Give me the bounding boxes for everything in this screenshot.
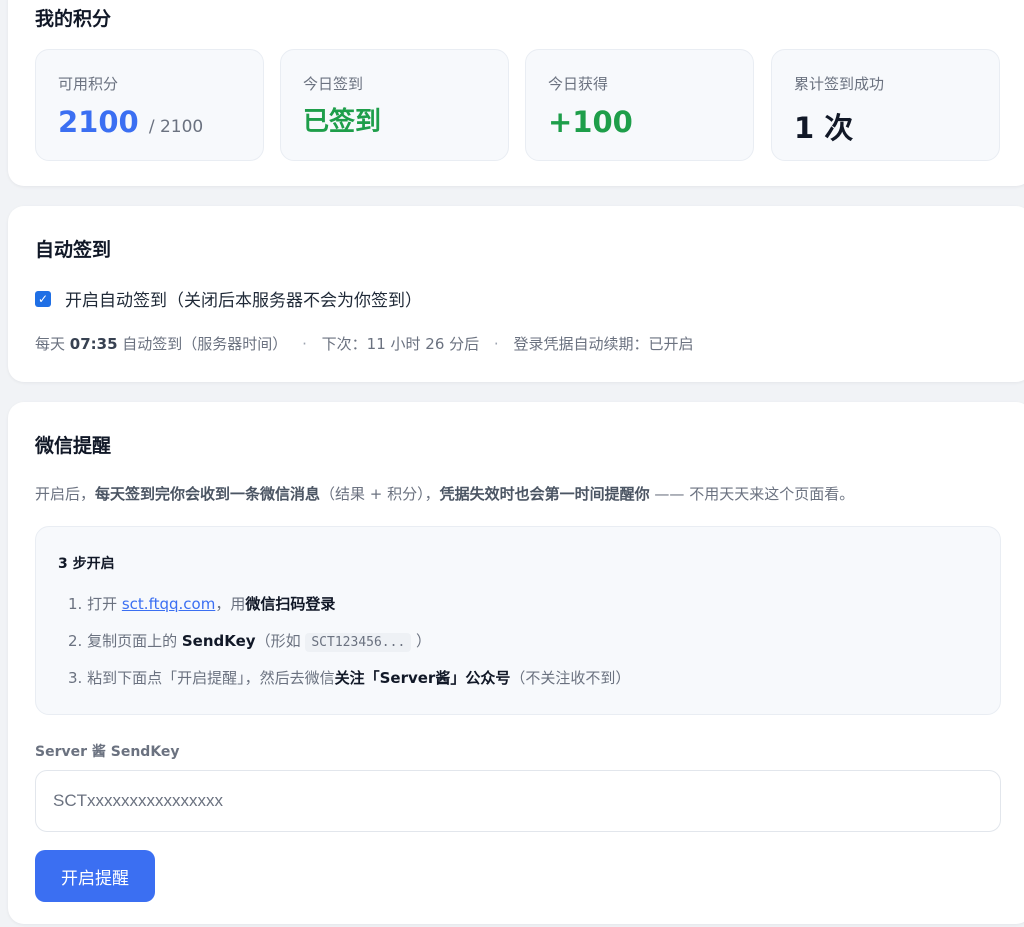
step-bold: 关注「Server酱」公众号 <box>334 669 511 687</box>
step-2: 2. 复制页面上的 SendKey（形如 SCT123456... ） <box>68 630 432 652</box>
meta-suffix: 自动签到（服务器时间） <box>117 335 288 353</box>
step-text: 3. 粘到下面点「开启提醒」，然后去微信 <box>68 669 335 687</box>
sendkey-input[interactable] <box>35 770 1001 832</box>
desc-text: （结果 + 积分）， <box>320 485 440 503</box>
points-card: 我的积分 可用积分 2100 / 2100 今日签到 已签到 今日获得 +100… <box>8 0 1024 186</box>
step-text: ，用 <box>215 595 246 613</box>
step-bold: SendKey <box>181 632 256 650</box>
step-text: 2. 复制页面上的 <box>68 632 182 650</box>
meta-prefix: 每天 <box>35 335 70 353</box>
step-text: （形如 <box>255 632 306 650</box>
available-points-value: 2100 <box>58 105 139 139</box>
total-success-value: 1 次 <box>794 111 854 145</box>
stat-label: 可用积分 <box>58 75 119 93</box>
auto-checkin-toggle[interactable]: ✓ 开启自动签到（关闭后本服务器不会为你签到） <box>35 286 422 311</box>
desc-text: 开启后， <box>35 485 96 503</box>
step-bold: 微信扫码登录 <box>245 595 336 613</box>
available-points-total: / 2100 <box>148 117 204 137</box>
stat-today-checkin: 今日签到 已签到 <box>280 49 509 161</box>
stat-total-success: 累计签到成功 1 次 <box>771 49 1000 161</box>
renew-status-text: 登录凭据自动续期：已开启 <box>513 335 694 353</box>
sendkey-field-label: Server 酱 SendKey <box>35 744 180 760</box>
step-text: 1. 打开 <box>68 595 122 613</box>
steps-title: 3 步开启 <box>58 556 115 572</box>
wechat-title: 微信提醒 <box>35 435 112 457</box>
stat-value: 2100 / 2100 <box>58 105 203 139</box>
desc-text: —— 不用天天来这个页面看。 <box>649 485 855 503</box>
enable-reminder-button[interactable]: 开启提醒 <box>35 850 155 902</box>
desc-bold: 每天签到完你会收到一条微信消息 <box>95 485 321 503</box>
stat-today-earned: 今日获得 +100 <box>525 49 754 161</box>
today-earned-value: +100 <box>548 105 633 139</box>
next-run-text: 下次：11 小时 26 分后 <box>321 335 480 353</box>
auto-checkin-title: 自动签到 <box>35 239 112 261</box>
sendkey-example-code: SCT123456... <box>305 633 412 652</box>
wechat-reminder-card: 微信提醒 开启后，每天签到完你会收到一条微信消息（结果 + 积分），凭据失效时也… <box>8 402 1024 924</box>
wechat-description: 开启后，每天签到完你会收到一条微信消息（结果 + 积分），凭据失效时也会第一时间… <box>35 483 854 504</box>
stat-label: 今日获得 <box>548 75 609 93</box>
step-text: （不关注收不到） <box>510 669 631 687</box>
auto-checkin-label: 开启自动签到（关闭后本服务器不会为你签到） <box>65 291 422 311</box>
auto-checkin-card: 自动签到 ✓ 开启自动签到（关闭后本服务器不会为你签到） 每天 07:35 自动… <box>8 206 1024 382</box>
desc-bold: 凭据失效时也会第一时间提醒你 <box>439 485 650 503</box>
step-text: ） <box>411 632 432 650</box>
today-checkin-value: 已签到 <box>303 107 382 137</box>
checkbox-checked-icon[interactable]: ✓ <box>35 290 51 307</box>
step-1: 1. 打开 sct.ftqq.com，用微信扫码登录 <box>68 593 335 614</box>
separator-dot: · <box>493 335 499 353</box>
stat-available-points: 可用积分 2100 / 2100 <box>35 49 264 161</box>
setup-steps-box: 3 步开启 1. 打开 sct.ftqq.com，用微信扫码登录 2. 复制页面… <box>35 526 1001 715</box>
step-3: 3. 粘到下面点「开启提醒」，然后去微信关注「Server酱」公众号（不关注收不… <box>68 667 630 688</box>
points-title: 我的积分 <box>35 8 112 30</box>
meta-time: 07:35 <box>69 335 118 353</box>
auto-checkin-meta: 每天 07:35 自动签到（服务器时间） · 下次：11 小时 26 分后 · … <box>35 333 694 354</box>
stat-label: 今日签到 <box>303 75 364 93</box>
serverchan-link[interactable]: sct.ftqq.com <box>122 595 215 613</box>
separator-dot: · <box>302 335 307 353</box>
stat-label: 累计签到成功 <box>794 75 885 93</box>
